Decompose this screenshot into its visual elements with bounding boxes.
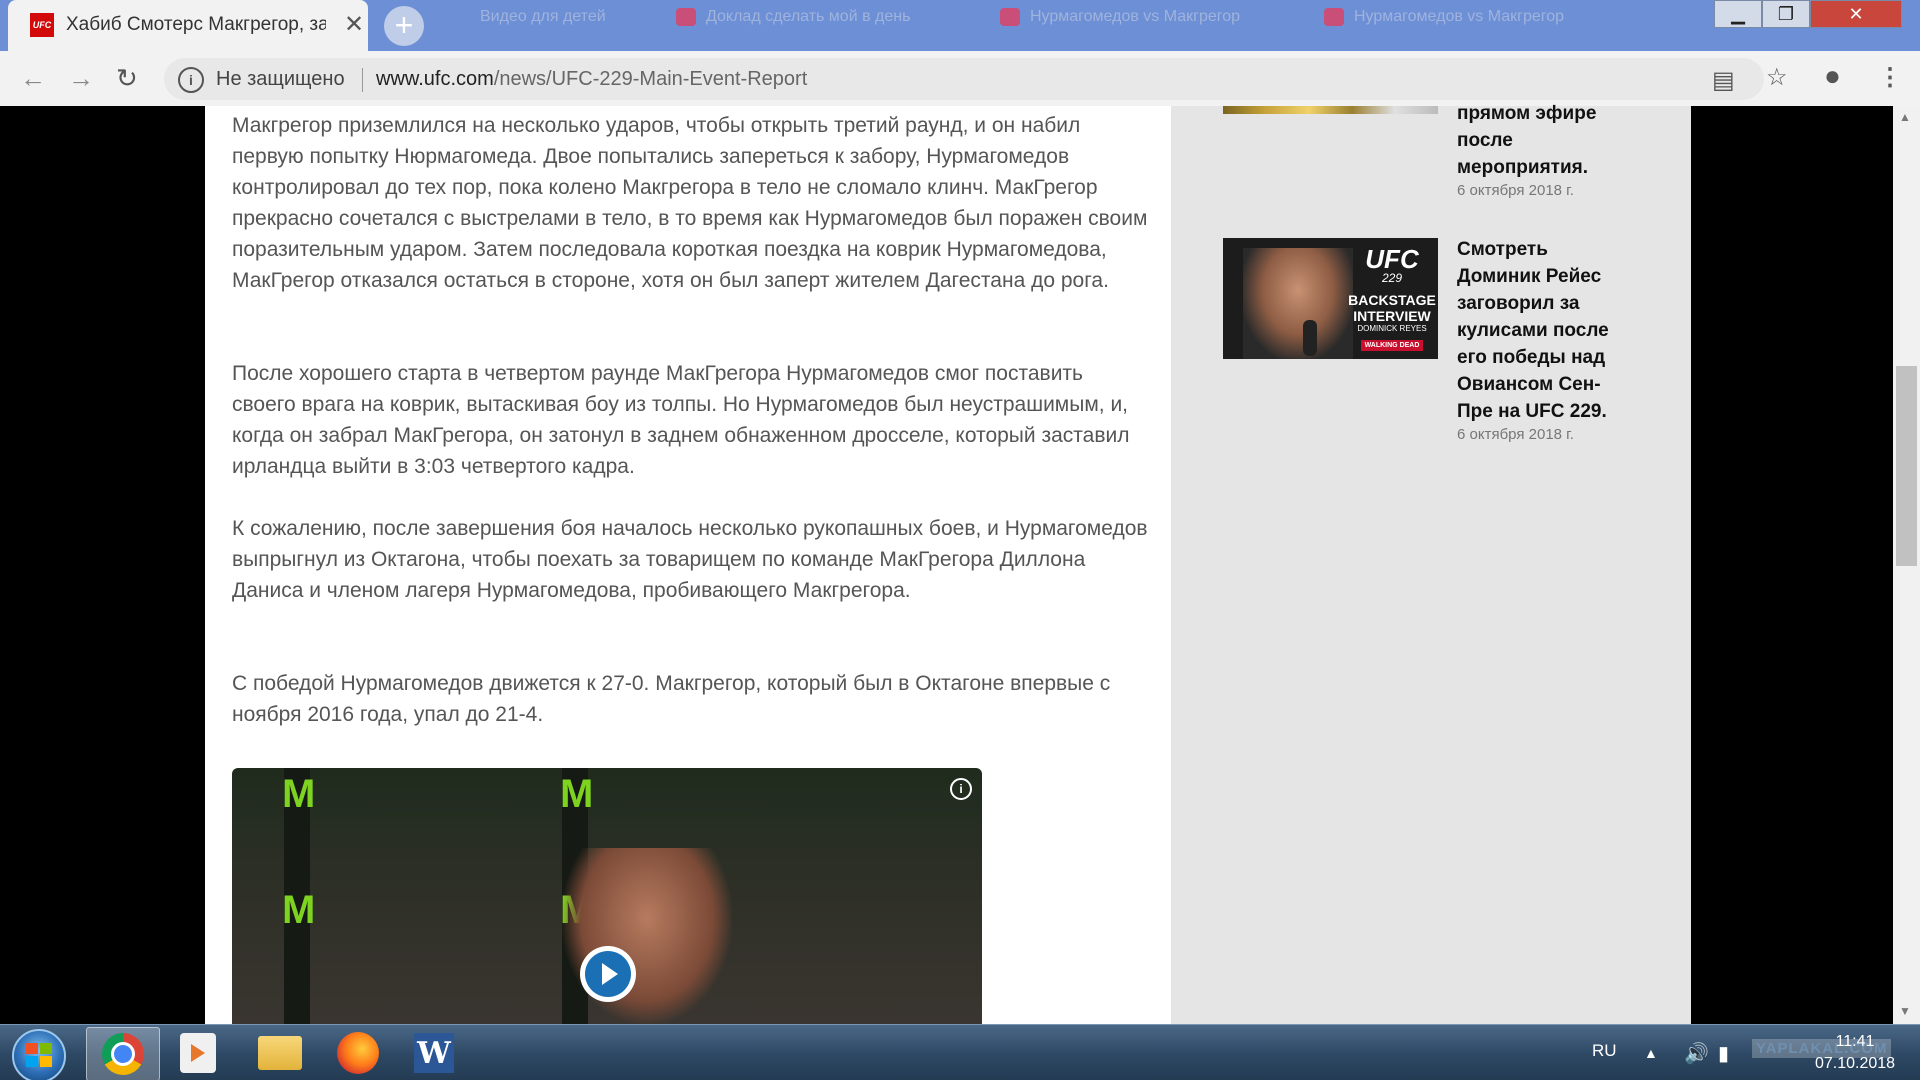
firefox-icon xyxy=(337,1032,379,1074)
page-viewport: Макгрегор приземлился на несколько ударо… xyxy=(0,103,1920,1024)
related-sidebar: прямом эфире после мероприятия. 6 октябр… xyxy=(1171,103,1691,1024)
windows-logo-icon xyxy=(26,1043,52,1067)
article-paragraph: С победой Нурмагомедов движется к 27-0. … xyxy=(232,672,1111,726)
video-player[interactable]: M M M M i xyxy=(232,768,982,1024)
start-button[interactable] xyxy=(12,1029,66,1080)
separator xyxy=(362,68,363,92)
window-controls: ▁ ❐ ✕ xyxy=(1714,0,1902,28)
folder-icon xyxy=(258,1036,302,1070)
video-info-icon[interactable]: i xyxy=(950,778,972,800)
taskbar-word[interactable]: W xyxy=(398,1027,470,1079)
url-path: /news/UFC-229-Main-Event-Report xyxy=(493,68,808,90)
back-arrow-icon[interactable]: ← xyxy=(20,63,46,94)
maximize-button[interactable]: ❐ xyxy=(1762,0,1810,28)
background-tab[interactable]: Доклад сделать мой в день xyxy=(676,8,976,44)
taskbar-explorer[interactable] xyxy=(244,1027,316,1079)
power-icon[interactable]: ▮ xyxy=(1718,1041,1729,1066)
url-text[interactable]: www.ufc.com/news/UFC-229-Main-Event-Repo… xyxy=(376,68,807,91)
monster-logo-icon: M xyxy=(560,772,594,816)
bookmark-star-icon[interactable]: ☆ xyxy=(1766,63,1788,92)
article-body: Макгрегор приземлился на несколько ударо… xyxy=(205,106,1171,1024)
tab-close-icon[interactable]: ✕ xyxy=(344,10,364,39)
ufc-logo: UFC xyxy=(1365,244,1419,274)
tab-strip: UFC Хабиб Смотерс Макгрегор, защ ✕ + Вид… xyxy=(0,0,1920,51)
monster-logo-icon: M xyxy=(282,772,316,816)
page-scrollbar[interactable]: ▲ ▼ xyxy=(1893,106,1920,1024)
url-domain: www.ufc.com xyxy=(376,68,494,90)
related-item-title[interactable]: Смотреть Доминик Рейес заговорил за кули… xyxy=(1457,236,1627,425)
browser-toolbar: ← → ↻ i Не защищено www.ufc.com/news/UFC… xyxy=(0,51,1920,107)
taskbar-chrome[interactable] xyxy=(86,1027,160,1080)
reload-icon[interactable]: ↻ xyxy=(116,63,138,94)
tab-title: Видео для детей xyxy=(480,8,606,25)
taskbar-firefox[interactable] xyxy=(322,1027,394,1079)
microphone-icon xyxy=(1303,320,1317,356)
related-thumbnail[interactable]: UFC 229 BACKSTAGE INTERVIEW DOMINICK REY… xyxy=(1223,238,1438,359)
tab-title: Нурмагомедов vs Макгрегор xyxy=(1354,8,1565,26)
related-item-date: 6 октября 2018 г. xyxy=(1457,182,1574,199)
menu-kebab-icon[interactable]: ⋮ xyxy=(1878,63,1902,92)
show-hidden-icons-icon[interactable]: ▲ xyxy=(1644,1045,1658,1061)
thumbnail-badge: WALKING DEAD xyxy=(1360,340,1424,351)
chrome-icon xyxy=(102,1033,144,1075)
article-paragraph: Макгрегор приземлился на несколько ударо… xyxy=(232,114,1148,292)
translate-icon[interactable]: ▤ xyxy=(1712,66,1735,95)
info-icon[interactable]: i xyxy=(178,67,204,93)
tab-title: Хабиб Смотерс Макгрегор, защ xyxy=(66,14,326,35)
clock-date: 07.10.2018 xyxy=(1814,1055,1896,1072)
new-tab-button[interactable]: + xyxy=(384,6,424,46)
related-item-date: 6 октября 2018 г. xyxy=(1457,426,1574,443)
monster-logo-icon: M xyxy=(282,888,316,932)
play-button[interactable] xyxy=(580,946,636,1002)
article-paragraph: К сожалению, после завершения боя начало… xyxy=(232,517,1148,602)
tab-title: Доклад сделать мой в день xyxy=(706,8,911,26)
related-item-title[interactable]: прямом эфире после мероприятия. xyxy=(1457,100,1627,181)
volume-icon[interactable]: 🔊 xyxy=(1684,1041,1709,1066)
forward-arrow-icon[interactable]: → xyxy=(68,63,94,94)
play-icon xyxy=(585,951,631,997)
media-player-icon xyxy=(180,1033,216,1073)
event-number: 229 xyxy=(1381,271,1403,285)
ufc-favicon-icon: UFC xyxy=(30,13,54,37)
background-tab[interactable]: Видео для детей xyxy=(480,8,670,44)
screen: { "browser": { "active_tab": { "favicon_… xyxy=(0,0,1920,1080)
minimize-button[interactable]: ▁ xyxy=(1714,0,1762,28)
article-paragraph: После хорошего старта в четвертом раунде… xyxy=(232,362,1130,478)
tab-title: Нурмагомедов vs Макгрегор xyxy=(1030,8,1241,26)
clock-time: 11:41 xyxy=(1835,1033,1875,1050)
taskbar-media-player[interactable] xyxy=(162,1027,234,1079)
thumbnail-caption: BACKSTAGE INTERVIEW xyxy=(1348,292,1436,324)
security-label: Не защищено xyxy=(216,68,345,90)
background-tab[interactable]: Нурмагомедов vs Макгрегор xyxy=(1000,8,1300,44)
heart-favicon-icon xyxy=(676,8,696,26)
scrollbar-thumb[interactable] xyxy=(1896,366,1917,566)
thumbnail-name: DOMINICK REYES xyxy=(1357,324,1427,333)
scroll-down-icon[interactable]: ▼ xyxy=(1899,1004,1911,1018)
profile-avatar-icon[interactable]: ● xyxy=(1824,60,1841,92)
fighter-photo xyxy=(1243,248,1353,359)
language-indicator[interactable]: RU xyxy=(1592,1041,1617,1061)
video-thumbnail-figure xyxy=(562,848,732,1024)
close-window-button[interactable]: ✕ xyxy=(1810,0,1902,28)
word-icon: W xyxy=(414,1033,454,1073)
heart-favicon-icon xyxy=(1000,8,1020,26)
thumbnail-branding: UFC 229 BACKSTAGE INTERVIEW DOMINICK REY… xyxy=(1348,246,1436,352)
heart-favicon-icon xyxy=(1324,8,1344,26)
background-tab[interactable]: Нурмагомедов vs Макгрегор xyxy=(1324,8,1624,44)
tab-active[interactable]: UFC Хабиб Смотерс Макгрегор, защ ✕ xyxy=(8,0,368,51)
related-thumbnail[interactable] xyxy=(1223,106,1438,114)
windows-taskbar: W RU ▲ 🔊 ▮ YAPLAKAL.COM 11:41 07.10.2018 xyxy=(0,1024,1920,1080)
scroll-up-icon[interactable]: ▲ xyxy=(1899,110,1911,124)
system-clock[interactable]: 11:41 07.10.2018 xyxy=(1800,1031,1910,1075)
address-bar[interactable]: i Не защищено www.ufc.com/news/UFC-229-M… xyxy=(164,58,1764,100)
